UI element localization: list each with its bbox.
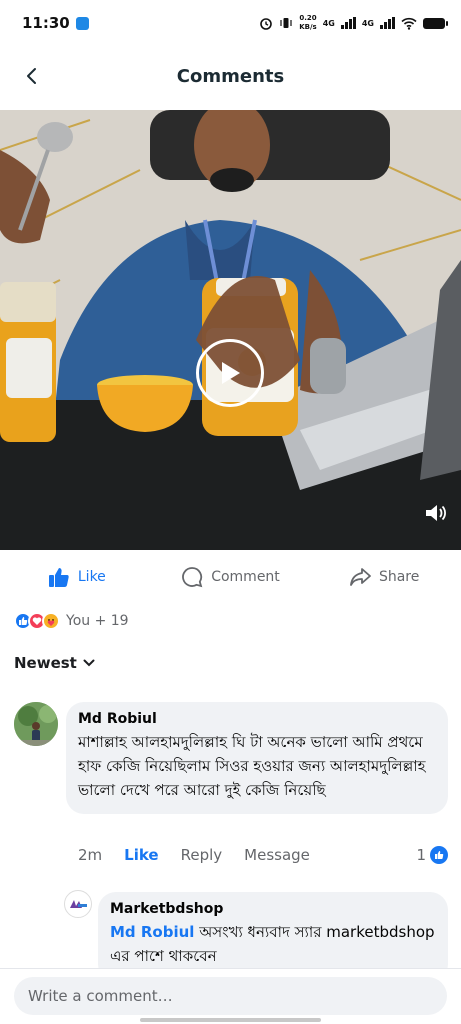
post-actions: Like Comment Share [0, 553, 461, 601]
reply-text: Md Robiul অসংখ্য ধন্যবাদ স্যার marketbds… [110, 920, 436, 968]
comment-like-button[interactable]: Like [124, 846, 158, 864]
like-button[interactable]: Like [0, 566, 154, 588]
vibrate-icon [280, 18, 292, 28]
signal-bars-1 [340, 17, 356, 29]
avatar[interactable] [14, 702, 58, 746]
reaction-count: You + 19 [66, 613, 129, 629]
alarm-icon [260, 18, 273, 30]
play-button[interactable] [196, 339, 264, 407]
comment-like-count-value: 1 [416, 846, 426, 864]
reactions-summary[interactable]: You + 19 [14, 608, 129, 634]
share-label: Share [378, 569, 420, 585]
comment-time: 2m [78, 846, 103, 864]
reply-mention[interactable]: Md Robiul [110, 923, 194, 941]
battery-icon [423, 17, 448, 29]
back-arrow-icon [27, 68, 36, 84]
volume-icon[interactable] [423, 500, 449, 526]
comment-button[interactable]: Comment [154, 566, 308, 588]
status-bar: 11:30 0.20 KB/s 4G 4G [0, 0, 461, 46]
wifi-icon [401, 17, 417, 30]
page-title: Comments [176, 65, 285, 87]
home-indicator [140, 1018, 321, 1022]
chevron-down-icon [83, 659, 95, 667]
comment-text: মাশাল্লাহ আলহামদুলিল্লাহ ঘি টা অনেক ভালো… [78, 733, 426, 799]
comment-meta: 2m Like Reply Message 1 [78, 846, 448, 864]
signal-bars-2 [380, 17, 395, 29]
app-notification-icon [75, 16, 89, 30]
comment-reply-button[interactable]: Reply [181, 846, 223, 864]
net-speed: 0.20 KB/s [299, 14, 317, 31]
sort-dropdown[interactable]: Newest [14, 654, 95, 672]
video-frame [0, 110, 461, 550]
like-label: Like [77, 569, 106, 585]
status-time: 11:30 [22, 14, 70, 32]
avatar[interactable] [64, 890, 92, 918]
video-player[interactable] [0, 110, 461, 550]
comments-header: Comments [0, 50, 461, 102]
status-indicators: 0.20 KB/s 4G 4G [259, 14, 448, 32]
reply-author[interactable]: Marketbdshop [110, 900, 436, 918]
comment-composer-bar: Write a comment… [0, 968, 461, 1024]
comment-like-count[interactable]: 1 [416, 846, 448, 864]
play-icon [222, 362, 240, 384]
sort-label: Newest [14, 654, 77, 672]
comment-label: Comment [211, 569, 280, 585]
comment-icon [182, 567, 203, 588]
back-button[interactable] [18, 62, 46, 90]
share-button[interactable]: Share [307, 566, 461, 588]
share-icon [350, 568, 371, 586]
comment-message-button[interactable]: Message [244, 846, 310, 864]
signal-4g-label-2: 4G [361, 18, 374, 28]
like-icon [48, 568, 69, 587]
comment-bubble[interactable]: Md Robiul মাশাল্লাহ আলহামদুলিল্লাহ ঘি টা… [66, 702, 448, 814]
signal-4g-label-1: 4G [322, 18, 335, 28]
care-reaction-icon [42, 612, 60, 630]
comment-author[interactable]: Md Robiul [78, 710, 436, 728]
comment-input[interactable]: Write a comment… [14, 977, 447, 1015]
like-reaction-icon [430, 846, 448, 864]
